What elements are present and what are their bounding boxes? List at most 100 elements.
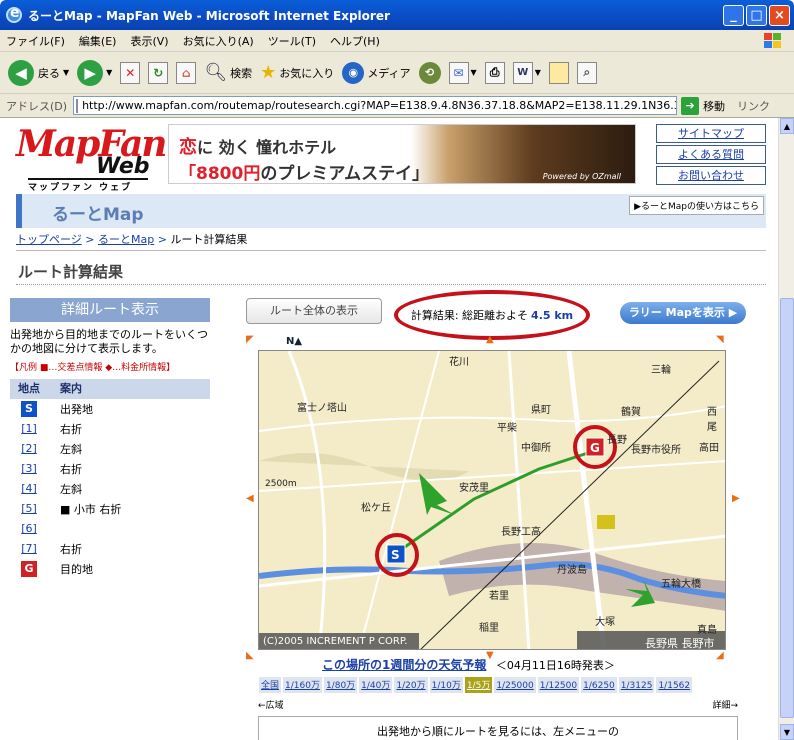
window-titlebar: るーとMap - MapFan Web - Microsoft Internet… bbox=[0, 0, 794, 30]
breadcrumb: トップページ > るーとMap > ルート計算結果 bbox=[16, 231, 766, 251]
map-canvas: S G bbox=[259, 351, 725, 649]
menu-bar: ファイル(F) 編集(E) 表示(V) お気に入り(A) ツール(T) ヘルプ(… bbox=[0, 30, 794, 52]
side-links: サイトマップ よくある質問 お問い合わせ bbox=[656, 124, 766, 187]
route-row[interactable]: [7] 右折 bbox=[10, 539, 210, 559]
close-button[interactable]: × bbox=[769, 5, 790, 26]
scale-option[interactable]: 1/40万 bbox=[358, 676, 394, 694]
route-map[interactable]: S G 花川 富士ノ塔山 平柴 県町 中御所 長野 安茂里 松ケ丘 長野工高 丹… bbox=[258, 350, 726, 650]
home-button[interactable]: ⌂ bbox=[176, 61, 197, 84]
search-button[interactable]: 🔍︎ 検索 bbox=[204, 62, 252, 83]
window-title: るーとMap - MapFan Web - Microsoft Internet… bbox=[28, 8, 390, 23]
vertical-scrollbar[interactable]: ▲ ▼ bbox=[778, 118, 794, 740]
menu-view[interactable]: 表示(V) bbox=[130, 33, 168, 49]
stop-button[interactable]: ✕ bbox=[120, 61, 141, 84]
scale-option[interactable]: 1/20万 bbox=[393, 676, 429, 694]
ad-banner[interactable]: 恋に 効く 憧れホテル 「8800円のプレミアムステイ」 Powered by … bbox=[168, 124, 636, 184]
media-globe-icon: ◉ bbox=[342, 61, 365, 84]
route-row[interactable]: [6] bbox=[10, 519, 210, 539]
scale-option[interactable]: 1/10万 bbox=[428, 676, 464, 694]
scroll-down-icon[interactable]: ▼ bbox=[780, 724, 794, 740]
scale-option[interactable]: 1/25000 bbox=[493, 676, 537, 694]
go-button[interactable]: ➔ 移動 bbox=[681, 96, 725, 115]
pan-e-icon[interactable]: ▶ bbox=[732, 493, 740, 504]
page-content: MapFan Web マップファン ウェブ 恋に 効く 憧れホテル 「8800円… bbox=[0, 118, 778, 740]
research-button[interactable]: ⌕ bbox=[576, 61, 597, 84]
breadcrumb-home[interactable]: トップページ bbox=[16, 233, 82, 246]
menu-help[interactable]: ヘルプ(H) bbox=[330, 33, 380, 49]
ie-icon bbox=[6, 5, 22, 23]
svg-text:S: S bbox=[391, 548, 400, 562]
scale-option-selected[interactable]: 1/5万 bbox=[463, 676, 494, 694]
forward-button[interactable]: ▶ ▼ bbox=[77, 59, 112, 86]
page-title: ルート計算結果 bbox=[18, 263, 124, 281]
refresh-button[interactable]: ↻ bbox=[148, 61, 169, 84]
faq-link[interactable]: よくある質問 bbox=[656, 145, 766, 164]
home-icon: ⌂ bbox=[176, 61, 197, 84]
legend-text[interactable]: 【凡例 ■…交差点情報 ◆…料金所情報】 bbox=[10, 360, 210, 373]
pan-ne-icon[interactable]: ◥ bbox=[716, 334, 724, 345]
whole-route-button[interactable]: ルート全体の表示 bbox=[246, 298, 382, 324]
section-header: るーとMap ▶るーとMapの使い方はこちら bbox=[16, 194, 766, 228]
research-icon: ⌕ bbox=[576, 61, 597, 84]
windows-logo-icon bbox=[764, 33, 781, 48]
address-input[interactable]: http://www.mapfan.com/routemap/routesear… bbox=[73, 96, 678, 115]
scale-option[interactable]: 1/160万 bbox=[282, 676, 323, 694]
route-row[interactable]: [4] 左斜 bbox=[10, 479, 210, 499]
breadcrumb-routemap[interactable]: るーとMap bbox=[98, 233, 154, 246]
pan-w-icon[interactable]: ◀ bbox=[246, 493, 254, 504]
menu-edit[interactable]: 編集(E) bbox=[79, 33, 117, 49]
rally-map-button[interactable]: ラリー Mapを表示 ▶ bbox=[620, 302, 746, 324]
address-label: アドレス(D) bbox=[6, 99, 68, 113]
north-icon: N▲ bbox=[286, 336, 303, 347]
forward-arrow-icon: ▶ bbox=[77, 59, 104, 86]
scale-option[interactable]: 1/3125 bbox=[617, 676, 656, 694]
back-button[interactable]: ◀ 戻る ▼ bbox=[8, 59, 69, 86]
contact-link[interactable]: お問い合わせ bbox=[656, 166, 766, 185]
menu-file[interactable]: ファイル(F) bbox=[6, 33, 65, 49]
maximize-button[interactable]: □ bbox=[746, 5, 767, 26]
scale-option[interactable]: 1/1562 bbox=[655, 676, 694, 694]
help-link[interactable]: ▶るーとMapの使い方はこちら bbox=[629, 196, 764, 215]
svg-text:G: G bbox=[590, 441, 600, 455]
scroll-up-icon[interactable]: ▲ bbox=[780, 118, 794, 134]
route-row[interactable]: [5] ■ 小市 右折 bbox=[10, 499, 210, 519]
address-bar: アドレス(D) http://www.mapfan.com/routemap/r… bbox=[0, 94, 794, 118]
mapfan-logo[interactable]: MapFan Web マップファン ウェブ bbox=[16, 126, 167, 193]
refresh-icon: ↻ bbox=[148, 61, 169, 84]
favorites-button[interactable]: ★ お気に入り bbox=[260, 62, 334, 83]
pan-se-icon[interactable]: ◢ bbox=[716, 650, 724, 661]
route-row[interactable]: [1] 右折 bbox=[10, 419, 210, 439]
menu-tools[interactable]: ツール(T) bbox=[268, 33, 316, 49]
minimize-button[interactable]: _ bbox=[723, 5, 744, 26]
edit-button[interactable]: W ▼ bbox=[512, 61, 541, 84]
divider bbox=[16, 284, 766, 285]
pan-n-icon[interactable]: ▲ bbox=[486, 334, 494, 345]
section-title: るーとMap bbox=[52, 205, 144, 225]
scale-option[interactable]: 1/12500 bbox=[536, 676, 581, 694]
scale-option[interactable]: 全国 bbox=[258, 676, 283, 694]
menu-favorites[interactable]: お気に入り(A) bbox=[183, 33, 254, 49]
zoom-detail-label: 詳細→ bbox=[712, 701, 738, 711]
discuss-button[interactable] bbox=[548, 61, 569, 84]
mail-icon: ✉ bbox=[448, 61, 469, 84]
star-icon: ★ bbox=[260, 62, 277, 83]
media-button[interactable]: ◉ メディア bbox=[342, 61, 411, 84]
route-row-start[interactable]: S 出発地 bbox=[10, 399, 210, 419]
route-row-goal[interactable]: G 目的地 bbox=[10, 559, 210, 579]
page-icon bbox=[76, 98, 79, 113]
printer-icon: ⎙ bbox=[484, 61, 505, 84]
route-row[interactable]: [2] 左斜 bbox=[10, 439, 210, 459]
history-button[interactable]: ⟲ bbox=[418, 61, 441, 84]
links-label[interactable]: リンク bbox=[737, 98, 770, 114]
weather-link[interactable]: この場所の1週間分の天気予報 bbox=[322, 658, 486, 672]
pan-sw-icon[interactable]: ◣ bbox=[246, 650, 254, 661]
scale-option[interactable]: 1/6250 bbox=[580, 676, 618, 694]
scroll-thumb[interactable] bbox=[780, 298, 794, 718]
sitemap-link[interactable]: サイトマップ bbox=[656, 124, 766, 143]
route-row[interactable]: [3] 右折 bbox=[10, 459, 210, 479]
pan-nw-icon[interactable]: ◤ bbox=[246, 334, 254, 345]
print-button[interactable]: ⎙ bbox=[484, 61, 505, 84]
scale-option[interactable]: 1/80万 bbox=[322, 676, 359, 694]
mail-button[interactable]: ✉ ▼ bbox=[448, 61, 477, 84]
route-table-header: 地点 案内 bbox=[10, 379, 210, 399]
